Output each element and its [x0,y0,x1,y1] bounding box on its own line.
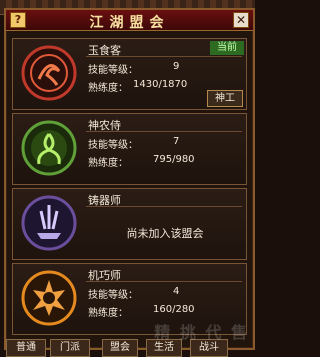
forge-emblem-icon [21,195,77,251]
divider [86,131,242,132]
guild-window: ? 江湖盟会 ✕ 玉食客 当前 技能等级： 9 熟练度： 1430/1870 神… [4,8,255,350]
proficiency-label: 熟练度： [88,308,128,319]
tab-menghui[interactable]: 盟会 [102,339,138,357]
current-badge: 当前 [210,41,244,55]
divider [86,281,242,282]
profession-card-shennongshi[interactable]: 神农侍 技能等级： 7 熟练度： 795/980 [12,113,247,185]
proficiency-label: 熟练度： [88,158,128,169]
shengong-button[interactable]: 神工 [207,90,243,107]
watermark: 精 挑 代 售 [154,323,249,342]
skill-level-label: 技能等级： [88,140,138,151]
skill-level-label: 技能等级： [88,290,138,301]
divider [86,56,242,57]
tab-menpai[interactable]: 门派 [50,339,90,357]
profession-card-yushike[interactable]: 玉食客 当前 技能等级： 9 熟练度： 1430/1870 神工 [12,38,247,110]
proficiency-value: 1430/1870 [133,79,188,90]
proficiency-value: 795/980 [153,154,195,165]
skill-level-value: 4 [173,286,180,297]
divider [86,206,242,207]
not-joined-message: 尚未加入该盟会 [126,227,204,240]
proficiency-value: 160/280 [153,304,195,315]
title-bar: ? 江湖盟会 ✕ [6,10,253,31]
food-emblem-icon [21,45,77,101]
skill-level-value: 9 [173,61,180,72]
skill-level-value: 7 [173,136,180,147]
tab-putong[interactable]: 普通 [6,339,46,357]
skill-level-label: 技能等级： [88,65,138,76]
profession-card-zhuqishi[interactable]: 铸器师 尚未加入该盟会 [12,188,247,260]
window-title: 江湖盟会 [89,15,170,31]
gear-emblem-icon [21,270,77,326]
close-button[interactable]: ✕ [233,12,249,28]
herb-emblem-icon [21,120,77,176]
proficiency-label: 熟练度： [88,83,128,94]
